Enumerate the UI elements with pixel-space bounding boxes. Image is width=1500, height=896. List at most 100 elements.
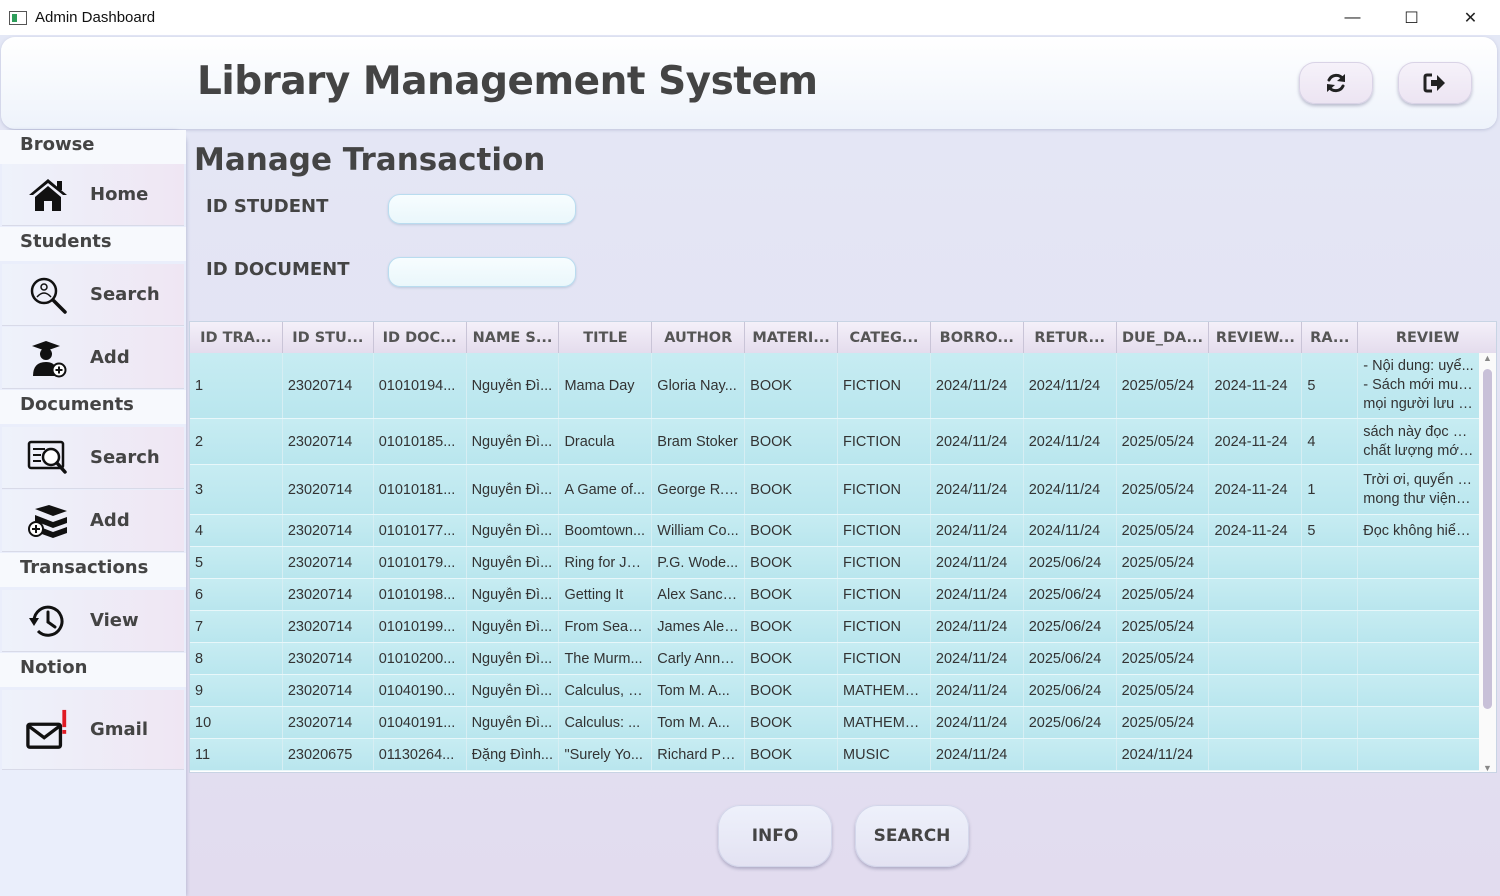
table-cell: FICTION — [838, 643, 931, 674]
table-cell: Mama Day — [559, 353, 653, 418]
table-cell: FICTION — [838, 611, 931, 642]
sidebar-item-transactions-view[interactable]: View — [2, 590, 184, 652]
table-cell: BOOK — [745, 515, 839, 546]
table-row[interactable]: 11 23020675 01130264... Đặng Đình... "Surely… — [190, 739, 1481, 771]
table-row[interactable]: 10 23020714 01040191... Nguyễn Đì... Calculu… — [190, 707, 1481, 739]
logout-icon — [1423, 73, 1445, 93]
table-cell: 2024/11/24 — [931, 515, 1024, 546]
sidebar-item-label: Add — [90, 510, 130, 531]
info-button[interactable]: INFO — [718, 805, 832, 867]
table-cell: BOOK — [745, 675, 839, 706]
transactions-table[interactable]: ID TRA... ID STU... ID DOC... NAME S... TITL… — [189, 321, 1497, 773]
sidebar-item-document-add[interactable]: Add — [2, 490, 184, 552]
table-cell: Carly Anne... — [652, 643, 746, 674]
table-cell: 2024/11/24 — [931, 579, 1024, 610]
column-header[interactable]: RA... — [1302, 322, 1359, 353]
column-header[interactable]: ID DOC... — [374, 322, 467, 353]
table-cell: George R. ... — [652, 465, 746, 514]
table-cell: 23020714 — [283, 515, 374, 546]
minimize-button[interactable]: — — [1323, 0, 1382, 35]
column-header[interactable]: DUE_DA... — [1117, 322, 1210, 353]
column-header[interactable]: ID TRA... — [190, 322, 283, 353]
table-row[interactable]: 4 23020714 01010177... Nguyễn Đì... Boomtown… — [190, 515, 1481, 547]
table-cell: 11 — [190, 739, 283, 770]
column-header[interactable]: REVIEW... — [1209, 322, 1303, 353]
table-cell: James Alex... — [652, 611, 746, 642]
table-row[interactable]: 8 23020714 01010200... Nguyễn Đì... The Murm… — [190, 643, 1481, 675]
table-cell: 2025/06/24 — [1024, 579, 1117, 610]
id-student-input[interactable] — [388, 194, 576, 224]
column-header[interactable]: MATERI... — [745, 322, 839, 353]
column-header[interactable]: NAME S... — [467, 322, 560, 353]
maximize-button[interactable]: ☐ — [1382, 0, 1441, 35]
sidebar-item-gmail[interactable]: Gmail — [2, 690, 184, 770]
table-cell: 2024-11-24 — [1209, 419, 1303, 464]
table-row[interactable]: 6 23020714 01010198... Nguyễn Đì... Getting … — [190, 579, 1481, 611]
column-header[interactable]: TITLE — [559, 322, 653, 353]
table-row[interactable]: 2 23020714 01010185... Nguyễn Đì... Dracula B… — [190, 419, 1481, 465]
table-row[interactable]: 9 23020714 01040190... Nguyễn Đì... Calculus… — [190, 675, 1481, 707]
table-cell: The Murm... — [559, 643, 653, 674]
table-cell — [1209, 675, 1303, 706]
scroll-up-icon[interactable]: ▲ — [1479, 353, 1496, 363]
table-cell: MUSIC — [838, 739, 931, 770]
logout-button[interactable] — [1398, 62, 1472, 104]
table-cell: BOOK — [745, 547, 839, 578]
sidebar-item-home[interactable]: Home — [2, 164, 184, 226]
vertical-scrollbar[interactable]: ▲ ▼ — [1479, 353, 1496, 772]
table-cell: 2024/11/24 — [931, 465, 1024, 514]
section-label-transactions: Transactions — [0, 553, 186, 587]
search-button[interactable]: SEARCH — [855, 805, 969, 867]
close-button[interactable]: ✕ — [1441, 0, 1500, 35]
sidebar-item-student-add[interactable]: Add — [2, 327, 184, 389]
table-row[interactable]: 5 23020714 01010179... Nguyễn Đì... Ring for… — [190, 547, 1481, 579]
table-cell: BOOK — [745, 419, 839, 464]
table-cell: 01010179... — [374, 547, 467, 578]
refresh-button[interactable] — [1299, 62, 1373, 104]
table-cell — [1209, 707, 1303, 738]
table-cell — [1024, 739, 1117, 770]
column-header[interactable]: BORRO... — [931, 322, 1024, 353]
table-row[interactable]: 1 23020714 01010194... Nguyễn Đì... Mama Day… — [190, 353, 1481, 419]
sidebar-item-label: Home — [90, 184, 149, 205]
table-cell — [1302, 643, 1359, 674]
scroll-down-icon[interactable]: ▼ — [1479, 763, 1496, 772]
app-icon — [9, 10, 27, 25]
sidebar-item-document-search[interactable]: Search — [2, 427, 184, 489]
table-cell: Trời ơi, quyển sá... mong thư viện t... — [1358, 465, 1481, 514]
column-header[interactable]: RETUR... — [1024, 322, 1117, 353]
history-icon — [26, 599, 70, 643]
table-row[interactable]: 7 23020714 01010199... Nguyễn Đì... From Sea… — [190, 611, 1481, 643]
table-cell: 2024/11/24 — [931, 353, 1024, 418]
table-cell: Nguyễn Đì... — [467, 675, 560, 706]
table-cell: Calculus: ... — [559, 707, 653, 738]
table-cell: 2024/11/24 — [931, 675, 1024, 706]
id-document-input[interactable] — [388, 257, 576, 287]
table-cell: 23020714 — [283, 547, 374, 578]
scroll-thumb[interactable] — [1483, 369, 1492, 709]
table-cell — [1209, 547, 1303, 578]
table-cell: From Sea t... — [559, 611, 653, 642]
table-cell — [1358, 611, 1481, 642]
column-header[interactable]: CATEG... — [838, 322, 931, 353]
app-header: Library Management System — [1, 37, 1497, 129]
section-label-notion: Notion — [0, 653, 186, 687]
sidebar-item-student-search[interactable]: Search — [2, 264, 184, 326]
table-cell: 01040191... — [374, 707, 467, 738]
sidebar-item-label: Search — [90, 284, 160, 305]
table-cell: 2024/11/24 — [931, 707, 1024, 738]
table-cell: 2024/11/24 — [1117, 739, 1210, 770]
column-header[interactable]: REVIEW — [1358, 322, 1496, 353]
table-cell: FICTION — [838, 579, 931, 610]
column-header[interactable]: ID STU... — [283, 322, 374, 353]
table-row[interactable]: 3 23020714 01010181... Nguyễn Đì... A Game o… — [190, 465, 1481, 515]
table-cell: 2024-11-24 — [1209, 465, 1303, 514]
table-cell: 7 — [190, 611, 283, 642]
table-cell: BOOK — [745, 579, 839, 610]
table-cell: Richard Ph... — [652, 739, 746, 770]
column-header[interactable]: AUTHOR — [652, 322, 746, 353]
table-cell: Nguyễn Đì... — [467, 419, 560, 464]
table-cell: Tom M. A... — [652, 675, 746, 706]
table-cell: 10 — [190, 707, 283, 738]
table-cell: 2024/11/24 — [1024, 515, 1117, 546]
